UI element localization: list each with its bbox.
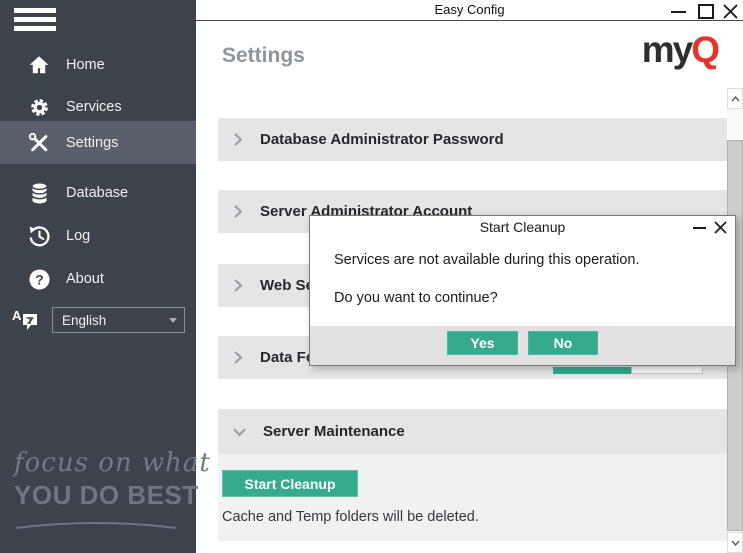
start-cleanup-button[interactable]: Start Cleanup [222,470,358,497]
yes-button[interactable]: Yes [447,331,518,355]
sidebar-item-home[interactable]: Home [0,44,196,86]
minimize-icon[interactable] [671,11,686,13]
language-value: English [62,313,106,328]
language-dropdown[interactable]: English [52,307,185,333]
minimize-icon[interactable] [693,227,706,229]
dialog-message-line2: Do you want to continue? [334,290,498,306]
dialog-title: Start Cleanup [310,219,735,235]
sidebar-item-label: Home [66,57,105,73]
easy-config-window: Home Services [0,0,743,553]
chevron-down-icon [731,540,740,546]
hidden-secondary-button-sliver[interactable] [631,367,703,374]
tagline: focus on what YOU DO BEST [14,448,186,536]
tools-icon [27,131,51,155]
chevron-right-icon [232,204,244,219]
hamburger-bar [14,17,56,22]
history-icon [27,224,51,248]
scroll-down-button[interactable] [727,532,743,553]
maximize-icon[interactable] [698,4,714,19]
gear-icon [27,95,51,119]
hamburger-menu-icon[interactable] [14,8,56,35]
title-bar: Easy Config [196,0,743,21]
logo-q: Q [691,29,718,70]
sidebar-item-label: Settings [66,135,118,151]
sidebar-item-label: Database [66,185,128,201]
section-label: Server Maintenance [263,423,405,440]
sidebar: Home Services [0,0,196,553]
sidebar-item-database[interactable]: Database [0,172,196,214]
sidebar-item-settings[interactable]: Settings [0,121,196,164]
chevron-right-icon [232,350,244,365]
hidden-save-button-sliver[interactable] [553,367,631,374]
sidebar-item-about[interactable]: ? About [0,258,196,300]
chevron-down-icon [169,318,177,323]
tagline-underline-curve [14,517,178,531]
section-database-admin-password[interactable]: Database Administrator Password [218,118,727,161]
sidebar-item-label: About [66,271,104,287]
no-button[interactable]: No [528,331,598,355]
close-icon[interactable] [713,220,728,235]
hamburger-bar [14,8,56,13]
server-maintenance-panel [218,454,727,541]
logo-my: my [642,29,691,70]
chevron-right-icon [232,278,244,293]
svg-text:A: A [12,308,22,323]
tagline-line2: YOU DO BEST [14,480,186,511]
section-server-maintenance[interactable]: Server Maintenance [218,409,727,454]
close-icon[interactable] [722,3,739,20]
chevron-up-icon [731,96,740,102]
section-label: Database Administrator Password [260,131,504,148]
window-title: Easy Config [196,2,743,17]
question-icon: ? [27,267,51,291]
page-title: Settings [222,44,305,68]
chevron-right-icon [232,132,244,147]
svg-text:?: ? [35,271,43,287]
home-icon [27,53,51,77]
section-label: Web Se [260,277,314,294]
start-cleanup-dialog: Start Cleanup Services are not available… [309,215,736,366]
dialog-message-line1: Services are not available during this o… [334,252,639,268]
dialog-footer: Yes No [310,326,735,365]
cleanup-note: Cache and Temp folders will be deleted. [222,509,479,525]
sidebar-item-log[interactable]: Log [0,215,196,257]
chevron-down-icon [232,427,247,437]
scroll-up-button[interactable] [727,88,743,109]
hamburger-bar [14,26,56,31]
section-label: Data Fo [260,349,315,366]
translate-icon: A [12,307,40,333]
sidebar-item-label: Log [66,228,90,244]
sidebar-item-label: Services [66,99,122,115]
database-icon [27,181,51,205]
tagline-line1: focus on what [14,448,186,478]
myq-logo: myQ [642,31,718,68]
